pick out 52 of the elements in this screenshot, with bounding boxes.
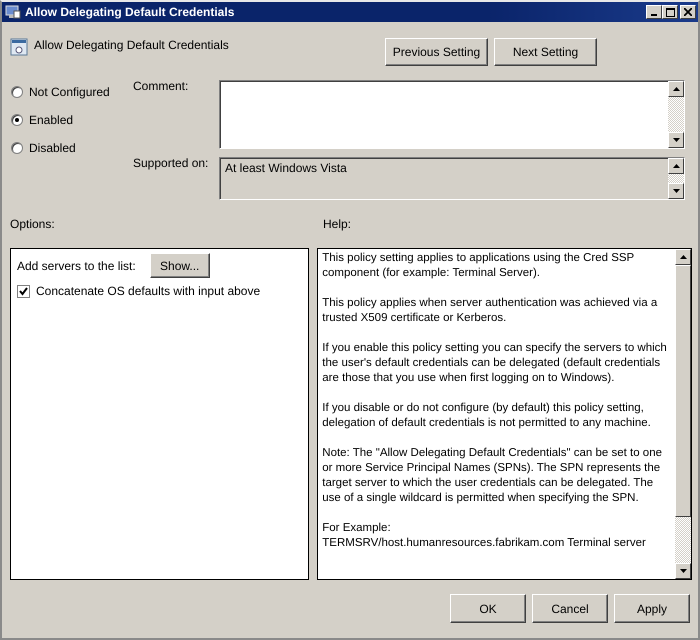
dialog-button[interactable]: Cancel [532, 594, 608, 623]
radio-button[interactable] [11, 114, 23, 126]
up-arrow-icon [672, 87, 680, 91]
scroll-up-button[interactable] [675, 249, 691, 265]
dialog-button[interactable]: Apply [614, 594, 690, 623]
setting-title: Allow Delegating Default Credentials [34, 37, 230, 52]
window-title: Allow Delegating Default Credentials [25, 5, 234, 19]
scroll-down-button[interactable] [675, 563, 691, 579]
scroll-down-button[interactable] [668, 132, 684, 148]
comment-field[interactable] [219, 80, 685, 149]
radio-button[interactable] [11, 86, 23, 98]
show-button[interactable]: Show... [150, 253, 210, 278]
help-paragraph: If you disable or do not configure (by default) this policy setting, delegation of default credentials is not permitted to any machine. [322, 401, 652, 431]
scrollbar[interactable] [675, 249, 691, 579]
up-arrow-icon [672, 164, 680, 168]
help-label: Help: [323, 217, 352, 231]
option-label: Add servers to the list: [17, 258, 136, 272]
down-arrow-icon [672, 189, 680, 193]
close-icon [684, 8, 692, 16]
nav-button[interactable]: Next Setting [494, 38, 597, 66]
computer-icon [5, 5, 21, 19]
dialog-button[interactable]: OK [450, 594, 526, 623]
radio-label[interactable]: Not Configured [29, 85, 110, 99]
supported-on-value: At least Windows Vista [225, 160, 347, 175]
radio-label[interactable]: Disabled [29, 141, 76, 155]
down-arrow-icon [672, 138, 680, 142]
nav-button[interactable]: Previous Setting [385, 38, 488, 66]
help-paragraph: For Example: TERMSRV/host.humanresources.fabrikam.com Terminal server [322, 521, 647, 551]
scrollbar[interactable] [668, 81, 684, 148]
close-button[interactable] [680, 5, 696, 19]
scroll-down-button[interactable] [668, 183, 684, 199]
scroll-up-button[interactable] [668, 81, 684, 97]
up-arrow-icon [680, 255, 686, 259]
maximize-button[interactable] [662, 5, 678, 19]
radio-button[interactable] [11, 142, 23, 154]
help-paragraph: If you enable this policy setting you can specify the servers to which the user's default credentials can be delegated (default credentials are those that you use when first logging on to Windows). [322, 341, 668, 386]
scroll-up-button[interactable] [668, 158, 684, 174]
scroll-thumb[interactable] [675, 265, 691, 517]
comment-label: Comment: [133, 79, 190, 93]
scrollbar[interactable] [668, 158, 684, 199]
help-paragraph: This policy setting applies to applications using the Cred SSP component (for example: Terminal Server). [322, 251, 636, 281]
maximize-icon [666, 8, 674, 16]
help-paragraph: This policy applies when server authentication was achieved via a trusted X509 certificate or Kerberos. [322, 296, 658, 326]
policy-icon [10, 38, 28, 56]
checkbox[interactable] [17, 284, 30, 298]
minimize-button[interactable] [646, 5, 662, 19]
supported-on-label: Supported on: [133, 156, 210, 170]
down-arrow-icon [680, 569, 686, 573]
radio-label[interactable]: Enabled [29, 113, 74, 127]
options-label: Options: [10, 217, 56, 231]
help-paragraph: Note: The "Allow Delegating Default Credentials" can be set to one or more Service Principal Names (SPNs). The SPN represents the target server to which the user credentials can be delegated. The use of a single wildcard is permitted when specifying the SPN. [322, 446, 663, 506]
checkbox-label[interactable]: Concatenate OS defaults with input above [36, 284, 260, 298]
